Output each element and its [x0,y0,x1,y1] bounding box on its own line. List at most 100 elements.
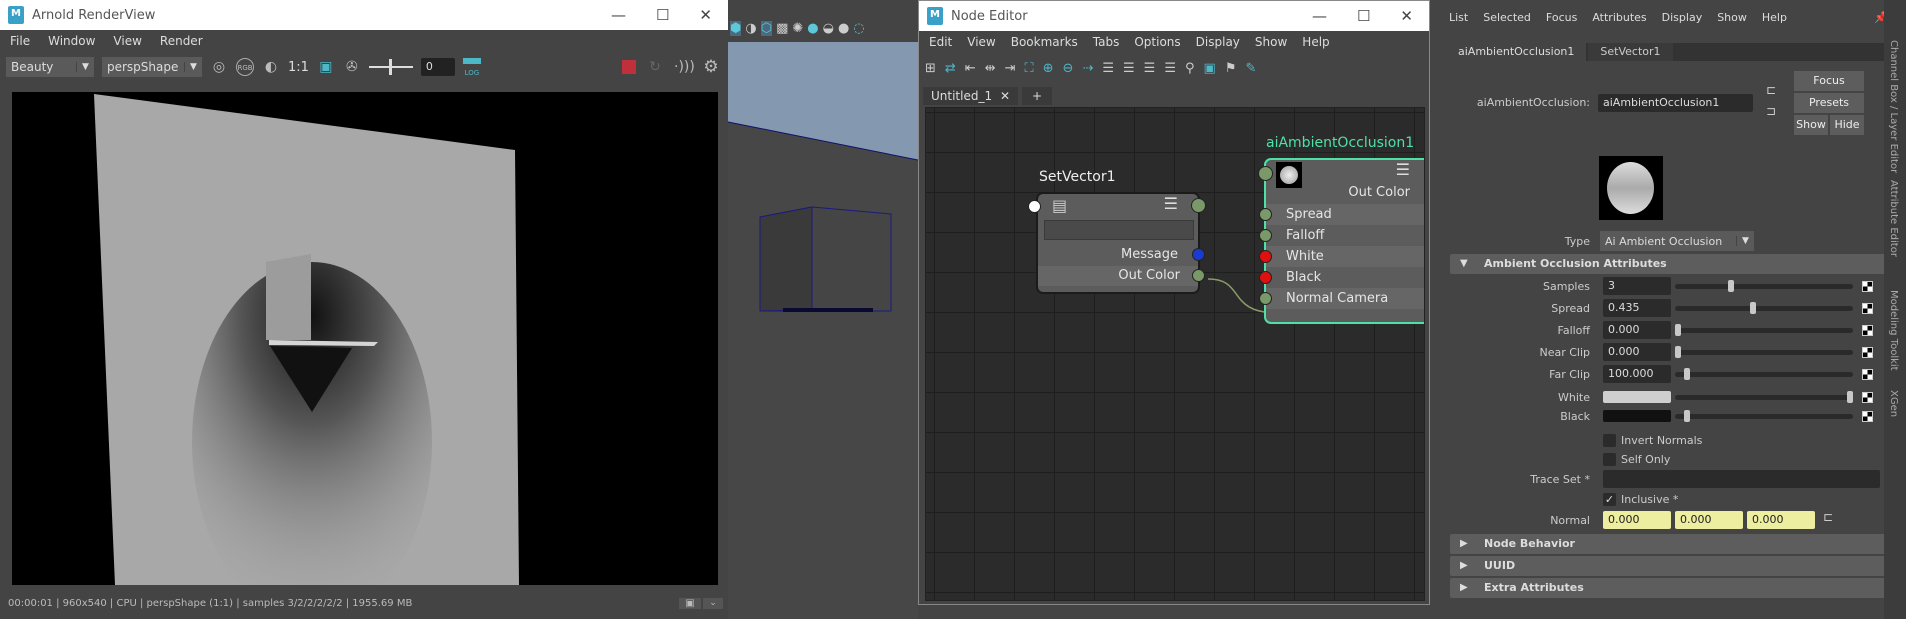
black-slider[interactable] [1675,414,1853,419]
black-slider-thumb[interactable] [1683,410,1690,422]
side-tab-channel-box[interactable]: Channel Box / Layer Editor [1888,40,1899,173]
camera-dropdown[interactable]: perspShape ▼ [102,57,202,77]
far-clip-map-button[interactable] [1862,369,1873,380]
both-connections-icon[interactable]: ⇹ [985,61,996,76]
swatch-icon[interactable]: ▣ [1204,61,1216,76]
light-icon[interactable]: ✺ [792,21,803,36]
add-selected-icon[interactable]: ⊕ [1043,61,1054,76]
menu-attributes[interactable]: Attributes [1592,11,1646,24]
white-port[interactable] [1259,250,1272,263]
section-ambient-occlusion-attributes[interactable]: ▼ Ambient Occlusion Attributes [1450,254,1890,274]
ipr-icon[interactable]: ·))) [674,58,695,76]
self-only-checkbox[interactable] [1603,453,1616,466]
falloff-port[interactable] [1259,229,1272,242]
normal-z-input[interactable]: 0.000 [1747,511,1815,529]
section-uuid[interactable]: ▶ UUID [1450,556,1890,576]
add-tab-button[interactable]: + [1022,87,1053,105]
white-color-swatch[interactable] [1603,391,1671,403]
shadow-icon[interactable]: ● [807,21,818,36]
samples-input[interactable]: 3 [1603,277,1671,295]
minimize-button[interactable]: — [611,6,626,24]
ao-icon[interactable]: ◒ [823,21,834,36]
stop-render-button[interactable] [622,60,636,74]
exposure-toggle-icon[interactable]: ◐ [262,58,280,76]
graph-io-icon[interactable]: ⇄ [945,61,956,76]
menu-help[interactable]: Help [1302,35,1329,49]
tab-aiambientocclusion1[interactable]: aiAmbientOcclusion1 [1446,43,1587,61]
close-button[interactable]: ✕ [699,6,712,24]
spread-slider[interactable] [1675,306,1853,311]
near-clip-map-button[interactable] [1862,347,1873,358]
section-node-behavior[interactable]: ▶ Node Behavior [1450,534,1890,554]
exposure-input[interactable]: 0 [420,58,455,76]
gear-icon[interactable]: ⚙ [702,58,720,76]
menu-tabs[interactable]: Tabs [1093,35,1120,49]
snapshot-button[interactable]: ▣ [679,597,701,609]
samples-slider[interactable] [1675,284,1853,289]
region-icon[interactable]: ◎ [210,58,228,76]
white-map-button[interactable] [1862,392,1873,403]
falloff-slider[interactable] [1675,328,1853,333]
falloff-map-button[interactable] [1862,325,1873,336]
spread-map-button[interactable] [1862,303,1873,314]
frame-all-icon[interactable]: ⛶ [1025,61,1034,76]
spread-input[interactable]: 0.435 [1603,299,1671,317]
tab-setvector1[interactable]: SetVector1 [1588,43,1673,61]
crop-region-icon[interactable]: ▣ [317,58,335,76]
input-connections-icon[interactable]: ⇤ [965,61,976,76]
menu-focus[interactable]: Focus [1546,11,1577,24]
menu-show[interactable]: Show [1717,11,1747,24]
side-tab-xgen[interactable]: XGen [1888,390,1899,417]
menu-display[interactable]: Display [1196,35,1240,49]
menu-view[interactable]: View [967,35,995,49]
edit-bookmark-icon[interactable]: ✎ [1245,61,1256,76]
remove-selected-icon[interactable]: ⊖ [1063,61,1074,76]
white-slider-thumb[interactable] [1847,391,1853,403]
menu-show[interactable]: Show [1255,35,1287,49]
side-tab-attribute-editor[interactable]: Attribute Editor [1888,180,1899,257]
input-connection-icon[interactable]: ⊏ [1766,83,1776,97]
bookmark-add-icon[interactable]: ⚑ [1225,61,1237,76]
menu-list[interactable]: List [1449,11,1468,24]
output-connections-icon[interactable]: ⇥ [1005,61,1016,76]
output-connection-icon[interactable]: ⊐ [1766,104,1776,118]
menu-edit[interactable]: Edit [929,35,952,49]
menu-view[interactable]: View [113,34,141,48]
near-clip-slider-thumb[interactable] [1675,346,1681,358]
ratio-button[interactable]: 1:1 [288,60,309,75]
side-tab-modeling-toolkit[interactable]: Modeling Toolkit [1888,290,1899,371]
section-extra-attributes[interactable]: ▶ Extra Attributes [1450,578,1890,598]
shaded-cube-icon[interactable]: ⬢ [730,21,742,36]
menu-icon[interactable]: ☰ [1396,160,1410,179]
near-clip-input[interactable]: 0.000 [1603,343,1671,361]
aperture-icon[interactable]: ✇ [343,58,361,76]
far-clip-slider[interactable] [1675,372,1853,377]
custom-mode-icon[interactable]: ☰ [1164,61,1176,76]
connected-mode-icon[interactable]: ☰ [1123,61,1135,76]
maximize-button[interactable]: ☐ [1357,7,1370,25]
normal-y-input[interactable]: 0.000 [1675,511,1743,529]
node-name-input[interactable]: aiAmbientOcclusion1 [1598,94,1753,112]
falloff-input[interactable]: 0.000 [1603,321,1671,339]
far-clip-input[interactable]: 100.000 [1603,365,1671,383]
simple-mode-icon[interactable]: ☰ [1102,61,1114,76]
inclusive-checkbox[interactable]: ✓ [1603,493,1616,506]
tab-untitled-1[interactable]: Untitled_1 ✕ [923,87,1018,105]
search-icon[interactable]: ⚲ [1185,61,1195,76]
focus-button[interactable]: Focus [1794,71,1864,91]
spread-port[interactable] [1259,208,1272,221]
motion-blur-icon[interactable]: ◌ [853,21,864,36]
far-clip-slider-thumb[interactable] [1683,368,1690,380]
refresh-icon[interactable]: ↻ [646,58,664,76]
rgb-channel-button[interactable]: RGB [236,58,254,76]
invert-normals-checkbox[interactable] [1603,434,1616,447]
black-color-swatch[interactable] [1603,410,1671,422]
full-mode-icon[interactable]: ☰ [1144,61,1156,76]
exposure-slider[interactable] [368,59,413,75]
hide-button[interactable]: Hide [1830,115,1864,135]
menu-window[interactable]: Window [48,34,95,48]
log-icon[interactable]: LOG [462,58,481,77]
maximize-button[interactable]: ☐ [656,6,669,24]
white-slider[interactable] [1675,395,1853,400]
node-graph-canvas[interactable]: SetVector1 ▤ ☰ Message Out Color aiAmbie… [925,107,1425,601]
